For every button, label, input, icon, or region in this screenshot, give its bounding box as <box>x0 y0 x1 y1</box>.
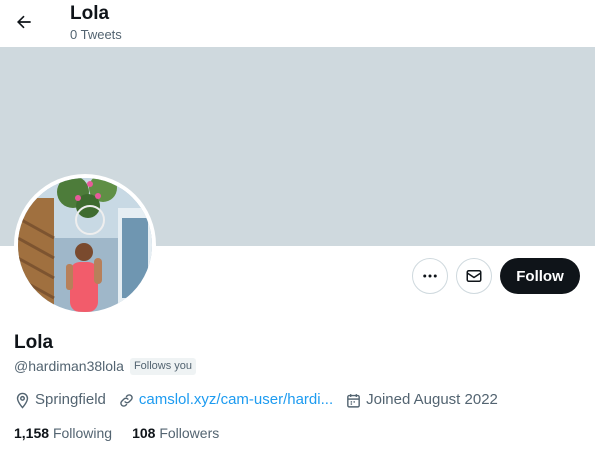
more-horizontal-icon <box>423 274 437 278</box>
followers-count: 108 <box>132 425 156 441</box>
back-button[interactable] <box>8 6 40 38</box>
join-date-text: Joined August 2022 <box>366 391 498 408</box>
calendar-icon <box>347 393 360 408</box>
profile-handle: @hardiman38lola <box>14 358 124 374</box>
follow-stats: 1,158 Following 108 Followers <box>14 424 239 442</box>
followers-stat[interactable]: 108 Followers <box>132 424 219 442</box>
location-pin-icon <box>16 392 29 409</box>
arrow-left-icon <box>17 15 31 29</box>
message-button[interactable] <box>456 258 492 294</box>
envelope-icon <box>466 270 482 282</box>
follow-button[interactable]: Follow <box>500 258 580 294</box>
followers-label: Followers <box>159 425 220 441</box>
profile-meta: Springfield camslol.xyz/cam-user/hardi..… <box>14 390 510 410</box>
location: Springfield <box>14 390 106 410</box>
location-text: Springfield <box>35 391 106 408</box>
website-link[interactable]: camslol.xyz/cam-user/hardi... <box>139 390 333 410</box>
profile-header: Lola 0 Tweets <box>0 0 595 47</box>
more-button[interactable] <box>412 258 448 294</box>
website: camslol.xyz/cam-user/hardi... <box>118 390 333 410</box>
following-label: Following <box>52 425 113 441</box>
link-icon <box>120 393 133 407</box>
header-title: Lola <box>70 3 110 24</box>
following-stat[interactable]: 1,158 Following <box>14 424 112 442</box>
profile-name: Lola <box>14 332 54 353</box>
handle-row: @hardiman38lola Follows you <box>14 357 197 375</box>
join-date: Joined August 2022 <box>345 390 498 410</box>
following-count: 1,158 <box>14 425 50 441</box>
follows-you-badge: Follows you <box>129 357 197 375</box>
avatar-image <box>18 178 152 312</box>
tweet-count: 0 Tweets <box>70 27 122 42</box>
avatar[interactable] <box>14 174 156 316</box>
avatar-photo <box>18 178 152 312</box>
